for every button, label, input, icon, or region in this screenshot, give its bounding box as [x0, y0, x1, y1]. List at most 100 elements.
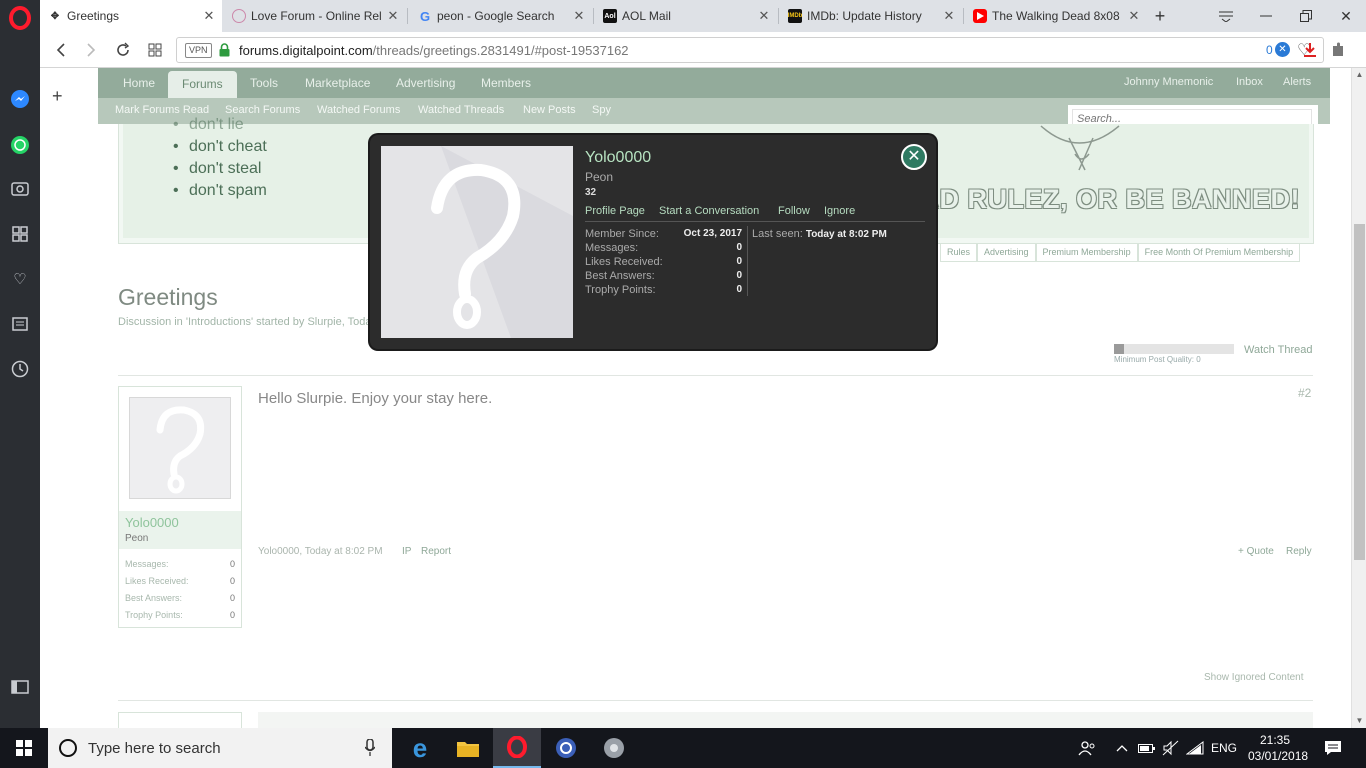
post-author-stat: Likes Received: 0	[125, 576, 235, 586]
language-indicator[interactable]: ENG	[1208, 728, 1240, 768]
restore-window-icon[interactable]	[1286, 0, 1326, 32]
speaker-app-icon[interactable]	[590, 728, 638, 768]
windows-start-icon[interactable]	[0, 728, 48, 768]
post-reply-link[interactable]: Reply	[1286, 546, 1312, 557]
post-author-stat: Trophy Points: 0	[125, 610, 235, 620]
close-window-icon[interactable]: ✕	[1326, 0, 1366, 32]
post-author-username[interactable]: Yolo0000	[125, 515, 179, 530]
add-sidebar-item-plus-icon[interactable]: +	[52, 86, 63, 107]
subnav-mark-forums-read[interactable]: Mark Forums Read	[115, 104, 209, 116]
post-ip-link[interactable]: IP	[402, 546, 411, 557]
media-app-icon[interactable]	[542, 728, 590, 768]
news-icon[interactable]	[8, 312, 32, 336]
extension-puzzle-icon[interactable]	[1325, 38, 1351, 62]
close-tab-icon[interactable]: ✕	[755, 8, 773, 24]
taskbar-search-box[interactable]: Type here to search	[48, 728, 392, 768]
whatsapp-icon[interactable]	[8, 133, 32, 157]
snapshot-camera-icon[interactable]	[8, 176, 32, 200]
post-footer-meta[interactable]: Yolo0000, Today at 8:02 PM	[258, 546, 383, 557]
post-author-avatar[interactable]	[129, 397, 231, 499]
adblock-count: 0	[1266, 43, 1273, 57]
file-explorer-icon[interactable]	[444, 728, 492, 768]
back-icon[interactable]	[48, 38, 74, 62]
tab-love-forum[interactable]: Love Forum - Online Rel ✕	[224, 0, 406, 32]
wifi-icon[interactable]	[1184, 728, 1206, 768]
reload-icon[interactable]	[110, 38, 136, 62]
nav-advertising[interactable]: Advertising	[396, 76, 455, 90]
start-conversation-link[interactable]: Start a Conversation	[659, 205, 759, 217]
history-clock-icon[interactable]	[8, 357, 32, 381]
clock-time: 21:35	[1259, 733, 1291, 747]
post-report-link[interactable]: Report	[421, 546, 451, 557]
nav-account-username[interactable]: Johnny Mnemonic	[1124, 76, 1213, 88]
close-popup-icon[interactable]: ✕	[901, 144, 927, 170]
ignore-link[interactable]: Ignore	[824, 205, 855, 217]
subnav-new-posts[interactable]: New Posts	[523, 104, 576, 116]
post-quote-link[interactable]: + Quote	[1238, 546, 1274, 557]
post-permalink-number[interactable]: #2	[1298, 386, 1311, 400]
subnav-watched-forums[interactable]: Watched Forums	[317, 104, 400, 116]
tab-aol-mail[interactable]: Aol AOL Mail ✕	[595, 0, 777, 32]
people-icon[interactable]	[1076, 728, 1098, 768]
opera-logo-icon[interactable]	[8, 6, 32, 30]
nav-marketplace[interactable]: Marketplace	[305, 76, 370, 90]
tab-imdb[interactable]: IMDb IMDb: Update History ✕	[780, 0, 962, 32]
follow-link[interactable]: Follow	[778, 205, 810, 217]
microphone-icon[interactable]	[365, 739, 375, 757]
new-tab-plus-icon[interactable]: +	[1140, 0, 1180, 32]
bookmarks-heart-icon[interactable]: ♡	[8, 267, 32, 291]
close-tab-icon[interactable]: ✕	[940, 8, 958, 24]
show-ignored-content-link[interactable]: Show Ignored Content	[1204, 672, 1304, 683]
banner-tab-free-month[interactable]: Free Month Of Premium Membership	[1137, 244, 1301, 262]
nav-forums[interactable]: Forums	[168, 71, 237, 98]
nav-home[interactable]: Home	[123, 76, 155, 90]
post-quality-bar[interactable]	[1114, 344, 1234, 354]
reply-author-card	[118, 712, 242, 728]
subnav-search-forums[interactable]: Search Forums	[225, 104, 300, 116]
tab-greetings[interactable]: ✥ Greetings ✕	[40, 0, 222, 32]
messenger-icon[interactable]	[8, 87, 32, 111]
watch-thread-link[interactable]: Watch Thread	[1244, 344, 1312, 356]
volume-muted-icon[interactable]	[1160, 728, 1182, 768]
nav-members[interactable]: Members	[481, 76, 531, 90]
banner-tab-rules[interactable]: Rules	[940, 244, 978, 262]
scroll-up-arrow-icon[interactable]: ▲	[1352, 68, 1366, 82]
url-field[interactable]: VPN forums.digitalpoint.com/threads/gree…	[176, 37, 1324, 63]
banner-tab-premium-membership[interactable]: Premium Membership	[1035, 244, 1138, 262]
forward-icon[interactable]	[78, 38, 104, 62]
tabs-grid-icon[interactable]	[142, 38, 168, 62]
tab-google-search[interactable]: G peon - Google Search ✕	[410, 0, 592, 32]
close-tab-icon[interactable]: ✕	[384, 8, 402, 24]
subnav-spy[interactable]: Spy	[592, 104, 611, 116]
sidebar-toggle-icon[interactable]	[8, 675, 32, 699]
member-avatar[interactable]	[381, 146, 573, 338]
show-hidden-icons-chevron-icon[interactable]	[1112, 728, 1132, 768]
member-username[interactable]: Yolo0000	[585, 149, 651, 167]
reply-editor-toolbar[interactable]	[258, 712, 1313, 728]
scroll-down-arrow-icon[interactable]: ▼	[1352, 714, 1366, 728]
adblock-shield-icon[interactable]: ✕	[1275, 42, 1290, 57]
tab-walking-dead[interactable]: The Walking Dead 8x08 ✕	[965, 0, 1147, 32]
nav-alerts[interactable]: Alerts	[1283, 76, 1311, 88]
system-clock[interactable]: 21:35 03/01/2018	[1248, 732, 1308, 764]
vpn-badge[interactable]: VPN	[185, 43, 212, 58]
scrollbar-thumb[interactable]	[1354, 224, 1365, 560]
banner-tab-advertising[interactable]: Advertising	[977, 244, 1036, 262]
secure-lock-icon[interactable]	[219, 43, 230, 57]
page-scrollbar[interactable]: ▲ ▼	[1351, 68, 1366, 728]
nav-tools[interactable]: Tools	[250, 76, 278, 90]
close-tab-icon[interactable]: ✕	[200, 8, 218, 24]
edge-browser-icon[interactable]: e	[396, 728, 444, 768]
download-icon[interactable]	[1297, 38, 1323, 62]
speed-dial-icon[interactable]	[8, 222, 32, 246]
opera-taskbar-icon[interactable]	[493, 728, 541, 768]
nav-inbox[interactable]: Inbox	[1236, 76, 1263, 88]
close-tab-icon[interactable]: ✕	[570, 8, 588, 24]
member-info-row: Likes Received: 0	[585, 256, 742, 268]
profile-page-link[interactable]: Profile Page	[585, 205, 645, 217]
minimize-icon[interactable]	[1246, 0, 1286, 32]
subnav-watched-threads[interactable]: Watched Threads	[418, 104, 504, 116]
battery-icon[interactable]	[1136, 728, 1158, 768]
action-center-icon[interactable]	[1320, 728, 1346, 768]
tab-menu-icon[interactable]	[1206, 0, 1246, 32]
